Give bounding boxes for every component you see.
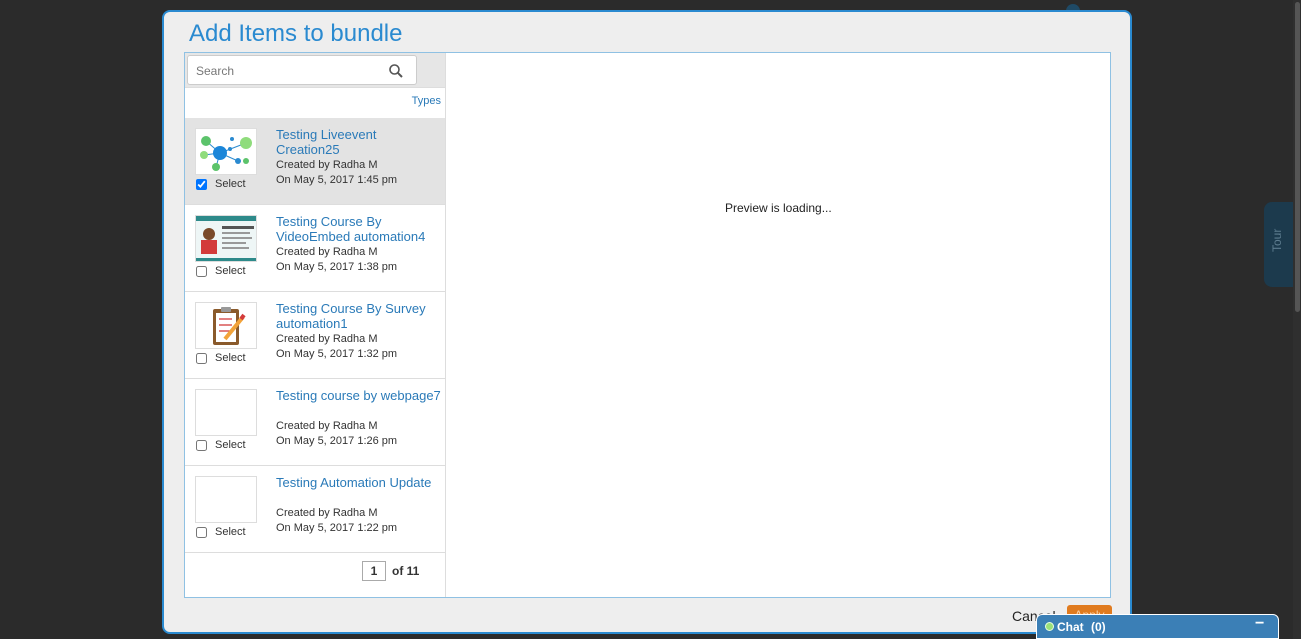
selenium-tutorials-thumbnail: [195, 215, 257, 262]
select-checkbox[interactable]: [196, 265, 207, 277]
blank-thumbnail: [195, 476, 257, 523]
item-date: On May 5, 2017 1:22 pm: [276, 522, 398, 534]
chat-bar[interactable]: Chat (0) −: [1036, 614, 1279, 639]
blank-thumbnail: [195, 389, 257, 436]
preview-status: Preview is loading...: [725, 201, 832, 215]
tour-label: Tour: [1270, 228, 1284, 252]
search-bar: [185, 53, 445, 88]
item-date: On May 5, 2017 1:45 pm: [276, 174, 398, 186]
chat-label: Chat: [1057, 620, 1084, 634]
item-title-link[interactable]: Testing Course By VideoEmbed automation4: [276, 214, 441, 244]
item-date: On May 5, 2017 1:38 pm: [276, 261, 398, 273]
chat-count: (0): [1091, 620, 1106, 634]
select-label: Select: [215, 265, 246, 277]
list-item[interactable]: Select Testing Course By Survey automati…: [185, 292, 445, 379]
select-checkbox-label[interactable]: Select: [196, 178, 246, 190]
search-input[interactable]: [196, 61, 376, 81]
item-creator: Created by Radha M: [276, 507, 378, 519]
live-event-network-icon: [195, 128, 257, 175]
modal-title: Add Items to bundle: [189, 20, 403, 47]
item-title-link[interactable]: Testing Automation Update: [276, 475, 441, 490]
select-checkbox[interactable]: [196, 526, 207, 538]
item-title-link[interactable]: Testing Liveevent Creation25: [276, 127, 441, 157]
select-label: Select: [215, 352, 246, 364]
page-scrollbar-thumb[interactable]: [1295, 2, 1300, 312]
select-checkbox[interactable]: [196, 352, 207, 364]
select-checkbox-label[interactable]: Select: [196, 265, 246, 277]
online-status-icon: [1045, 622, 1054, 631]
select-label: Select: [215, 439, 246, 451]
search-box: [187, 55, 417, 85]
select-checkbox-label[interactable]: Select: [196, 526, 246, 538]
list-item[interactable]: Select Testing Liveevent Creation25 Crea…: [185, 118, 445, 205]
select-label: Select: [215, 178, 246, 190]
item-creator: Created by Radha M: [276, 246, 378, 258]
minimize-icon[interactable]: −: [1255, 615, 1264, 633]
select-label: Select: [215, 526, 246, 538]
search-icon[interactable]: [388, 63, 404, 79]
items-list-pane: Types: [185, 53, 446, 597]
list-item[interactable]: Select Testing course by webpage7 Create…: [185, 379, 445, 466]
select-checkbox[interactable]: [196, 439, 207, 451]
list-item[interactable]: Select Testing Course By VideoEmbed auto…: [185, 205, 445, 292]
items-list: Select Testing Liveevent Creation25 Crea…: [185, 118, 445, 553]
list-item[interactable]: Select Testing Automation Update Created…: [185, 466, 445, 553]
item-date: On May 5, 2017 1:26 pm: [276, 435, 398, 447]
item-creator: Created by Radha M: [276, 159, 378, 171]
clipboard-pencil-icon: [195, 302, 257, 349]
item-creator: Created by Radha M: [276, 420, 378, 432]
pagination: 1 of 11: [362, 561, 419, 581]
select-checkbox-label[interactable]: Select: [196, 352, 246, 364]
modal-body: Types: [184, 52, 1111, 598]
add-items-modal: Add Items to bundle Types: [162, 10, 1132, 634]
item-title-link[interactable]: Testing course by webpage7: [276, 388, 441, 403]
page-total: of 11: [392, 564, 420, 578]
page-number-input[interactable]: 1: [362, 561, 386, 581]
item-title-link[interactable]: Testing Course By Survey automation1: [276, 301, 441, 331]
item-date: On May 5, 2017 1:32 pm: [276, 348, 398, 360]
types-filter-link[interactable]: Types: [412, 95, 441, 107]
select-checkbox-label[interactable]: Select: [196, 439, 246, 451]
select-checkbox[interactable]: [196, 178, 207, 190]
item-creator: Created by Radha M: [276, 333, 378, 345]
